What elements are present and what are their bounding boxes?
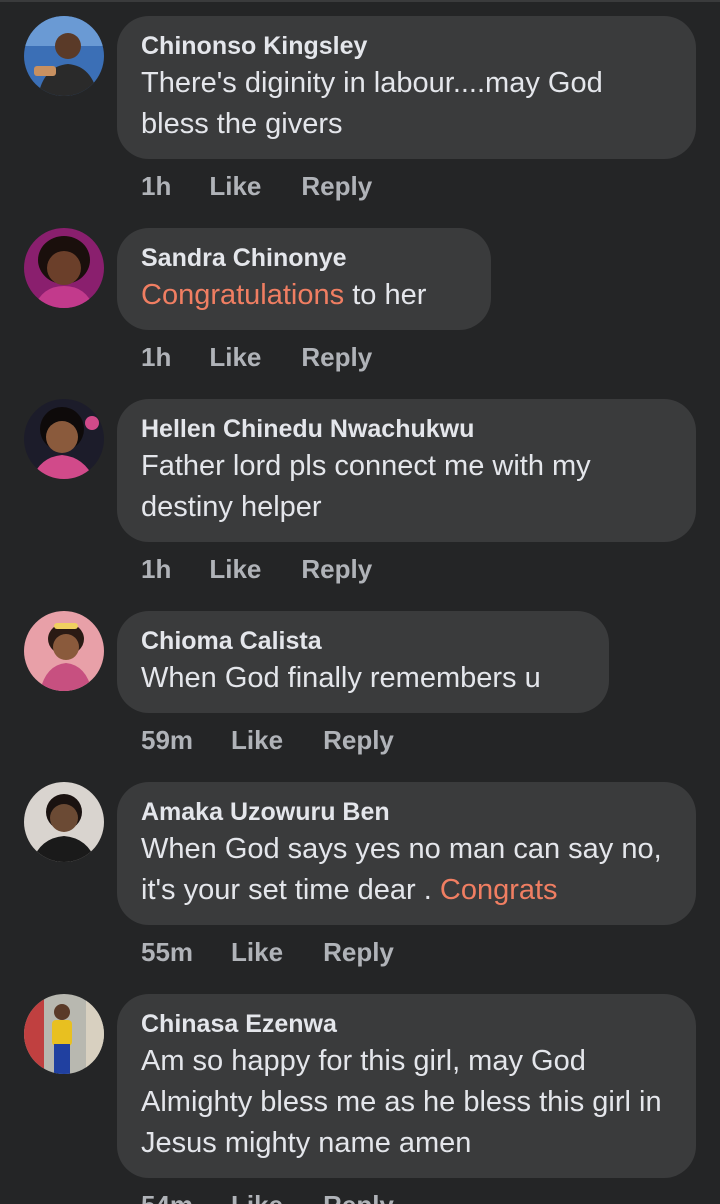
comment-text: There's diginity in labour....may God bl… [141,67,603,140]
like-button[interactable]: Like [209,171,261,201]
comment-bubble[interactable]: Chinasa Ezenwa Am so happy for this girl… [117,994,696,1178]
like-button[interactable]: Like [231,937,283,967]
comments-page: Chinonso Kingsley There's diginity in la… [0,0,720,1204]
comment-time[interactable]: 55m [141,937,193,967]
avatar[interactable] [24,994,104,1074]
reply-button[interactable]: Reply [301,554,372,584]
comment-actions: 59m Like Reply [141,725,394,755]
comment-bubble[interactable]: Hellen Chinedu Nwachukwu Father lord pls… [117,399,696,542]
comment-actions: 1h Like Reply [141,342,372,372]
like-button[interactable]: Like [209,554,261,584]
comment-bubble[interactable]: Amaka Uzowuru Ben When God says yes no m… [117,782,696,925]
comment-actions: 1h Like Reply [141,171,372,201]
avatar[interactable] [24,16,104,96]
comment-time[interactable]: 54m [141,1190,193,1204]
comment-time[interactable]: 1h [141,342,171,372]
reply-button[interactable]: Reply [323,1190,394,1204]
comment-bubble[interactable]: Chioma Calista When God finally remember… [117,611,609,713]
comment-actions: 1h Like Reply [141,554,372,584]
avatar[interactable] [24,611,104,691]
mention-link[interactable]: Congrats [440,874,558,906]
top-divider [0,0,720,2]
avatar-image [24,611,104,691]
commenter-name[interactable]: Sandra Chinonye [141,242,467,274]
commenter-name[interactable]: Chinasa Ezenwa [141,1008,672,1040]
commenter-name[interactable]: Amaka Uzowuru Ben [141,796,672,828]
avatar-image [24,16,104,96]
avatar-image [24,228,104,308]
comment-bubble[interactable]: Sandra Chinonye Congratulations to her [117,228,491,330]
like-button[interactable]: Like [231,725,283,755]
commenter-name[interactable]: Hellen Chinedu Nwachukwu [141,413,672,445]
comment-text: Congratulations to her [141,275,467,316]
comment-actions: 55m Like Reply [141,937,394,967]
avatar-image [24,994,104,1074]
avatar[interactable] [24,228,104,308]
avatar[interactable] [24,399,104,479]
comment-actions: 54m Like Reply [141,1190,394,1204]
reply-button[interactable]: Reply [301,342,372,372]
comment-text-part: When God says yes no man can say no, it'… [141,833,662,906]
comment-text-rest: to her [344,279,427,311]
avatar-image [24,782,104,862]
comment-time[interactable]: 1h [141,171,171,201]
commenter-name[interactable]: Chinonso Kingsley [141,30,672,62]
comment-text: When God says yes no man can say no, it'… [141,829,672,911]
comment-text: When God finally remembers u [141,662,541,694]
avatar[interactable] [24,782,104,862]
comment-bubble[interactable]: Chinonso Kingsley There's diginity in la… [117,16,696,159]
reply-button[interactable]: Reply [301,171,372,201]
commenter-name[interactable]: Chioma Calista [141,625,585,657]
comment-text: Father lord pls connect me with my desti… [141,450,591,523]
reply-button[interactable]: Reply [323,725,394,755]
like-button[interactable]: Like [231,1190,283,1204]
comment-text: Am so happy for this girl, may God Almig… [141,1045,662,1159]
mention-link[interactable]: Congratulations [141,279,344,311]
like-button[interactable]: Like [209,342,261,372]
reply-button[interactable]: Reply [323,937,394,967]
avatar-image [24,399,104,479]
comment-time[interactable]: 59m [141,725,193,755]
comment-time[interactable]: 1h [141,554,171,584]
